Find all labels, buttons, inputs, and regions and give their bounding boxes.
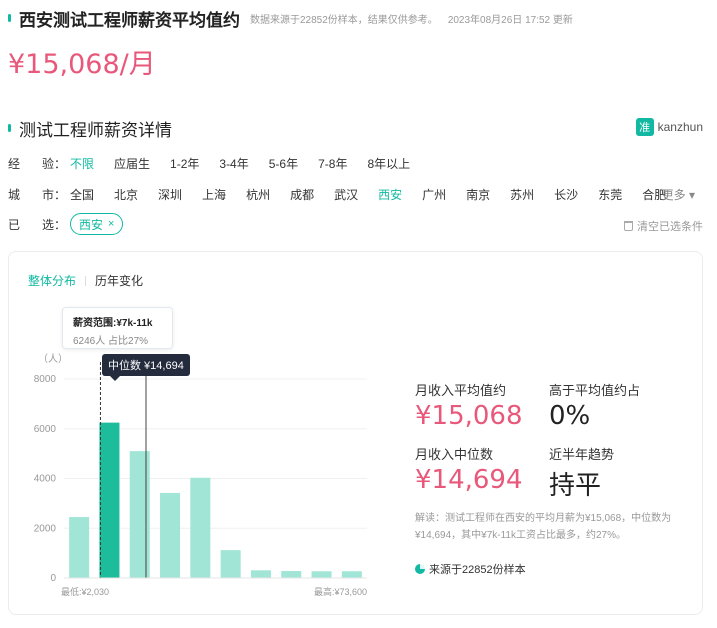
- city-option[interactable]: 长沙: [554, 186, 578, 203]
- y-tick-label: 0: [50, 573, 56, 584]
- tooltip-detail: 6246人 占比27%: [73, 336, 149, 347]
- experience-option[interactable]: 8年以上: [367, 155, 410, 172]
- selected-chips: 西安 ×: [70, 213, 124, 235]
- kanzhun-logo-icon: 准: [635, 118, 654, 136]
- bar: [160, 492, 181, 578]
- brand-name: kanzhun: [657, 120, 703, 134]
- stat-above-label: 高于平均值约占: [549, 383, 641, 398]
- experience-option[interactable]: 5-6年: [269, 155, 298, 172]
- stat-median-value: ¥14,694: [415, 465, 523, 495]
- y-tick-label: 4000: [34, 474, 57, 485]
- tooltip-range: 薪资范围:¥7k-11k: [73, 318, 153, 329]
- stat-above-average: 高于平均值约占 0%: [549, 380, 699, 431]
- city-option[interactable]: 全国: [70, 186, 94, 203]
- city-option[interactable]: 西安: [378, 186, 402, 203]
- y-tick-label: 2000: [34, 523, 57, 534]
- sample-source: 来源于22852份样本: [415, 561, 526, 577]
- city-option[interactable]: 深圳: [158, 186, 182, 203]
- city-option[interactable]: 北京: [114, 186, 138, 203]
- stat-average-label: 月收入平均值约: [415, 383, 507, 398]
- chip-label: 西安: [79, 217, 104, 232]
- median-tag: 中位数 ¥14,694: [102, 354, 190, 381]
- clear-filters-button[interactable]: 清空已选条件: [624, 218, 703, 234]
- stat-median: 月收入中位数 ¥14,694: [415, 444, 565, 495]
- bar-tooltip: 薪资范围:¥7k-11k 6246人 占比27%: [62, 307, 173, 349]
- trash-icon: [624, 221, 633, 231]
- brand-logo[interactable]: 准 kanzhun: [635, 118, 703, 136]
- title-accent-bar: [8, 14, 11, 22]
- city-options: 全国 北京 深圳 上海 杭州 成都 武汉 西安 广州 南京 苏州 长沙 东莞 合肥: [70, 186, 686, 203]
- bar: [341, 571, 362, 578]
- city-label: 城市：: [8, 188, 66, 202]
- y-tick-label: 8000: [34, 374, 57, 385]
- update-time: 2023年08月26日 17:52 更新: [447, 14, 573, 26]
- stat-trend: 近半年趋势 持平: [549, 444, 699, 502]
- bar: [281, 571, 302, 578]
- stat-trend-value: 持平: [549, 471, 602, 501]
- experience-option[interactable]: 应届生: [114, 155, 150, 172]
- selected-label: 已选：: [8, 217, 66, 232]
- city-option[interactable]: 东莞: [598, 186, 622, 203]
- experience-label: 经验：: [8, 157, 66, 171]
- bar: [190, 477, 211, 578]
- city-option[interactable]: 南京: [466, 186, 490, 203]
- city-option[interactable]: 广州: [422, 186, 446, 203]
- average-salary-big: ¥15,068/月: [8, 49, 156, 80]
- section-title: 测试工程师薪资详情: [8, 117, 172, 141]
- close-icon[interactable]: ×: [108, 218, 114, 230]
- bar: [220, 550, 241, 578]
- city-option[interactable]: 武汉: [334, 186, 358, 203]
- section-heading: 测试工程师薪资详情: [19, 120, 172, 141]
- stat-above-value: 0%: [549, 401, 591, 431]
- city-option[interactable]: 苏州: [510, 186, 534, 203]
- experience-option[interactable]: 不限: [70, 155, 94, 172]
- stat-median-label: 月收入中位数: [415, 447, 494, 462]
- experience-option[interactable]: 1-2年: [170, 155, 199, 172]
- experience-options: 不限 应届生 1-2年 3-4年 5-6年 7-8年 8年以上: [70, 155, 430, 172]
- salary-title: 西安测试工程师薪资平均值约: [19, 10, 240, 31]
- x-min-label: 最低:¥2,030: [61, 586, 109, 597]
- more-cities-dropdown[interactable]: 更多 ▾: [662, 186, 695, 203]
- y-tick-label: 6000: [34, 424, 57, 435]
- x-max-label: 最高:¥73,600: [314, 586, 367, 597]
- bar: [250, 570, 271, 578]
- city-option[interactable]: 杭州: [246, 186, 270, 203]
- stat-average: 月收入平均值约 ¥15,068: [415, 380, 565, 431]
- stat-trend-label: 近半年趋势: [549, 447, 615, 462]
- city-option[interactable]: 上海: [202, 186, 226, 203]
- interpretation-text: 解读：测试工程师在西安的平均月薪为¥15,068，中位数为¥14,694，其中¥…: [415, 513, 672, 541]
- experience-option[interactable]: 7-8年: [318, 155, 347, 172]
- chevron-down-icon: ▾: [688, 188, 695, 202]
- bar: [129, 451, 150, 578]
- page-title: 西安测试工程师薪资平均值约 数据来源于22852份样本，结果仅供参考。 2023…: [8, 8, 583, 31]
- stat-average-value: ¥15,068: [415, 401, 523, 431]
- y-axis-unit: （人）: [38, 353, 68, 365]
- source-note: 数据来源于22852份样本，结果仅供参考。: [250, 14, 438, 26]
- experience-filter: 经验： 不限 应届生 1-2年 3-4年 5-6年 7-8年 8年以上: [8, 155, 430, 172]
- city-filter: 城市： 全国 北京 深圳 上海 杭州 成都 武汉 西安 广州 南京 苏州 长沙 东莞 合肥: [8, 186, 686, 203]
- salary-chart-card: 整体分布 历年变化 （人） 0 2000 4000 6000 8000 最低:¥2,030 最…: [8, 251, 703, 615]
- section-accent-bar: [8, 124, 11, 132]
- selected-chip[interactable]: 西安 ×: [70, 213, 124, 235]
- bar: [311, 571, 332, 578]
- bar: [99, 422, 120, 578]
- experience-option[interactable]: 3-4年: [219, 155, 248, 172]
- bar: [69, 517, 90, 578]
- pie-chart-icon: [415, 564, 425, 574]
- selected-filter: 已选： 西安 ×: [8, 213, 124, 235]
- city-option[interactable]: 成都: [290, 186, 314, 203]
